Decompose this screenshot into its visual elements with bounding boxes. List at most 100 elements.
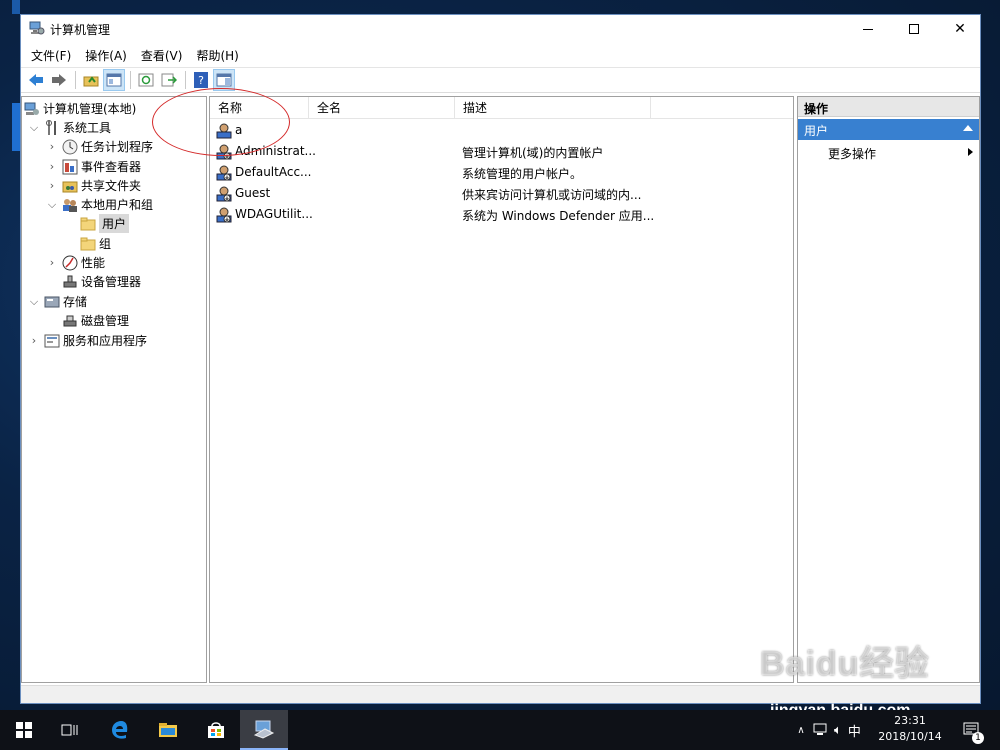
disabled-user-icon bbox=[216, 186, 232, 202]
chevron-right-icon[interactable]: › bbox=[28, 334, 40, 347]
maximize-icon bbox=[909, 24, 919, 34]
user-description: 系统为 Windows Defender 应用... bbox=[462, 209, 655, 223]
chevron-down-icon[interactable]: ⌵ bbox=[28, 121, 40, 135]
menu-action[interactable]: 操作(A) bbox=[79, 45, 135, 65]
collapse-up-icon[interactable] bbox=[963, 125, 973, 131]
shared-folder-icon bbox=[62, 178, 78, 194]
tree-label: 用户 bbox=[99, 214, 130, 233]
tree-item-storage[interactable]: ⌵ 存储 bbox=[28, 292, 87, 311]
forward-button[interactable] bbox=[48, 69, 70, 91]
title-bar[interactable]: 计算机管理 ✕ bbox=[21, 15, 980, 43]
minimize-button[interactable] bbox=[845, 15, 891, 43]
tree-item-performance[interactable]: › 性能 bbox=[46, 253, 105, 272]
start-button[interactable] bbox=[0, 710, 48, 750]
column-header-fullname[interactable]: 全名 bbox=[309, 97, 455, 119]
volume-icon[interactable]: 🔈︎ bbox=[834, 723, 842, 738]
actions-section-label: 用户 bbox=[804, 124, 829, 138]
tools-icon bbox=[44, 119, 60, 136]
tree-label: 计算机管理(本地) bbox=[43, 102, 137, 116]
maximize-button[interactable] bbox=[891, 15, 937, 43]
tree-item-local-users-groups[interactable]: ⌵ 本地用户和组 bbox=[46, 195, 153, 214]
desktop-edge-accent-top bbox=[12, 0, 20, 14]
show-hide-tree-button[interactable] bbox=[103, 69, 125, 91]
tree-item-groups[interactable]: 组 bbox=[80, 234, 111, 253]
store-button[interactable] bbox=[192, 710, 240, 750]
clock-date: 2018/10/14 bbox=[878, 730, 942, 743]
tree-item-disk-management[interactable]: 磁盘管理 bbox=[62, 311, 129, 330]
tree-label: 任务计划程序 bbox=[81, 140, 154, 154]
export-list-button[interactable] bbox=[158, 69, 180, 91]
edge-icon bbox=[112, 721, 128, 739]
tree-item-root[interactable]: 计算机管理(本地) bbox=[24, 99, 136, 118]
back-button[interactable] bbox=[25, 69, 47, 91]
help-icon: ? bbox=[194, 72, 208, 88]
tree-label: 设备管理器 bbox=[81, 275, 142, 289]
table-row[interactable]: WDAGUtilit... 系统为 Windows Defender 应用... bbox=[210, 205, 793, 225]
computer-management-icon bbox=[24, 101, 40, 117]
table-row[interactable]: Administrat... 管理计算机(域)的内置帐户 bbox=[210, 142, 793, 162]
tree-item-event-viewer[interactable]: › 事件查看器 bbox=[46, 157, 141, 176]
clock[interactable]: 23:31 2018/10/14 bbox=[870, 713, 950, 745]
tree-label: 服务和应用程序 bbox=[63, 334, 148, 348]
menu-view[interactable]: 查看(V) bbox=[135, 45, 191, 65]
file-explorer-button[interactable] bbox=[144, 710, 192, 750]
user-description: 供来宾访问计算机或访问域的内... bbox=[462, 188, 642, 202]
chevron-right-icon[interactable]: › bbox=[46, 179, 58, 192]
column-header-description[interactable]: 描述 bbox=[455, 97, 651, 119]
menu-file[interactable]: 文件(F) bbox=[21, 45, 79, 65]
tree-label: 共享文件夹 bbox=[81, 179, 142, 193]
action-pane-icon bbox=[216, 73, 232, 87]
tree-item-shared-folders[interactable]: › 共享文件夹 bbox=[46, 176, 141, 195]
close-icon: ✕ bbox=[954, 21, 966, 37]
up-level-button[interactable] bbox=[80, 69, 102, 91]
toolbar: ? bbox=[21, 67, 980, 93]
user-name: DefaultAcc... bbox=[235, 165, 312, 179]
input-method-indicator[interactable]: 中 bbox=[848, 721, 861, 740]
table-row[interactable]: a bbox=[210, 121, 793, 141]
chevron-right-icon[interactable]: › bbox=[46, 140, 58, 153]
tree-item-system-tools[interactable]: ⌵ 系统工具 bbox=[28, 118, 111, 137]
chevron-right-icon[interactable]: › bbox=[46, 160, 58, 173]
chevron-down-icon[interactable]: ⌵ bbox=[46, 198, 58, 212]
windows-logo-icon bbox=[16, 722, 32, 738]
chevron-down-icon[interactable]: ⌵ bbox=[28, 295, 40, 309]
table-row[interactable]: Guest 供来宾访问计算机或访问域的内... bbox=[210, 184, 793, 204]
tree-item-services-apps[interactable]: › 服务和应用程序 bbox=[28, 331, 147, 350]
menu-bar: 文件(F) 操作(A) 查看(V) 帮助(H) bbox=[21, 45, 247, 65]
tree-item-users[interactable]: 用户 bbox=[80, 214, 130, 233]
user-description: 系统管理的用户帐户。 bbox=[462, 167, 583, 181]
network-icon[interactable] bbox=[812, 723, 828, 737]
more-actions-item[interactable]: 更多操作 bbox=[798, 140, 979, 162]
actions-header: 操作 bbox=[798, 97, 979, 117]
task-view-button[interactable] bbox=[46, 710, 94, 750]
back-arrow-icon bbox=[29, 74, 43, 86]
refresh-button[interactable] bbox=[135, 69, 157, 91]
store-bag-icon bbox=[208, 722, 224, 738]
close-button[interactable]: ✕ bbox=[937, 15, 983, 43]
computer-management-icon bbox=[29, 21, 45, 35]
window-title: 计算机管理 bbox=[50, 23, 111, 37]
tree-item-device-manager[interactable]: 设备管理器 bbox=[62, 272, 141, 291]
performance-icon bbox=[62, 255, 78, 271]
actions-section-users[interactable]: 用户 bbox=[798, 119, 979, 140]
action-center-button[interactable]: 1 bbox=[952, 710, 992, 750]
chevron-right-icon[interactable]: › bbox=[46, 256, 58, 269]
console-tree-icon bbox=[106, 73, 122, 87]
folder-icon bbox=[159, 723, 177, 737]
tree-item-task-scheduler[interactable]: › 任务计划程序 bbox=[46, 137, 153, 156]
edge-browser-button[interactable] bbox=[96, 710, 144, 750]
disk-management-icon bbox=[62, 313, 78, 329]
menu-help[interactable]: 帮助(H) bbox=[190, 45, 246, 65]
user-description: 管理计算机(域)的内置帐户 bbox=[462, 146, 604, 160]
refresh-icon bbox=[138, 73, 154, 87]
disabled-user-icon bbox=[216, 165, 232, 181]
table-row[interactable]: DefaultAcc... 系统管理的用户帐户。 bbox=[210, 163, 793, 183]
user-name: Guest bbox=[235, 186, 271, 200]
taskbar: ∧ 🔈︎ 中 23:31 2018/10/14 1 bbox=[0, 710, 1000, 750]
show-hidden-icons-icon[interactable]: ∧ bbox=[792, 725, 810, 736]
computer-management-taskbar-button[interactable] bbox=[240, 710, 288, 750]
toolbar-separator bbox=[185, 71, 186, 89]
system-tray: ∧ 🔈︎ 中 bbox=[792, 710, 861, 750]
device-manager-icon bbox=[62, 274, 78, 290]
notification-count-badge: 1 bbox=[972, 732, 984, 744]
